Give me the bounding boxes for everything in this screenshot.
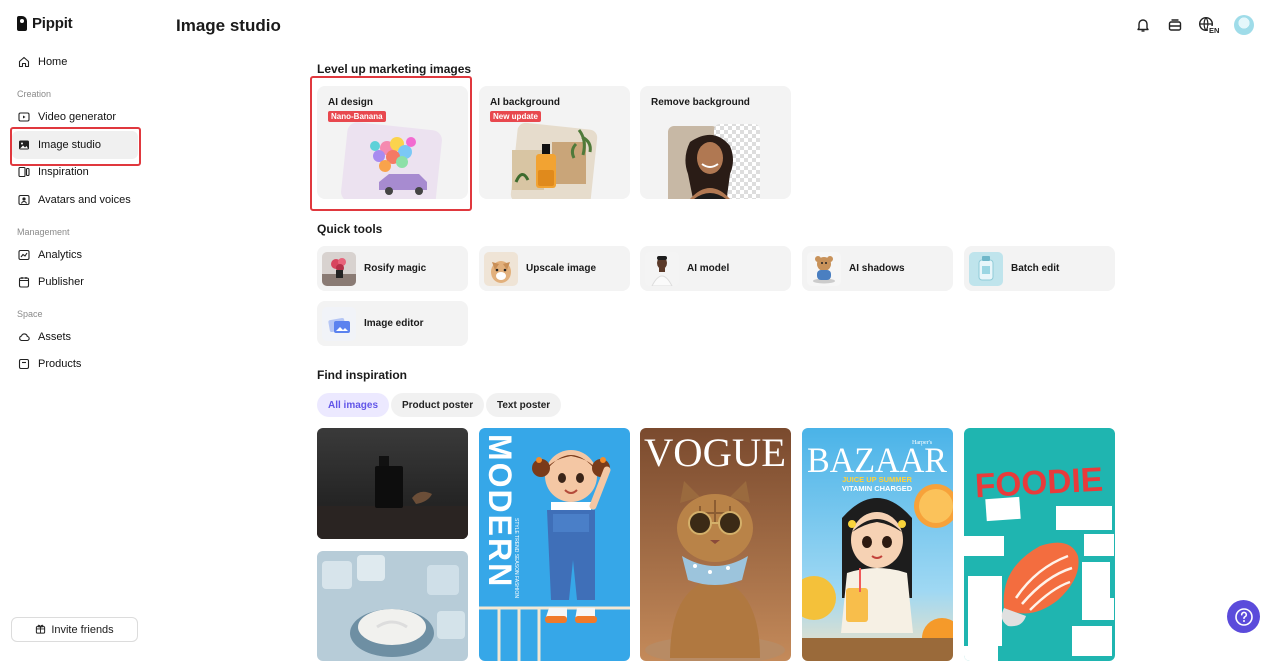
question-icon (1234, 607, 1253, 626)
sidebar-item-publisher[interactable]: Publisher (12, 268, 138, 296)
home-icon (18, 56, 30, 68)
sidebar-item-avatars-voices[interactable]: Avatars and voices (12, 186, 138, 214)
tool-upscale-image[interactable]: Upscale image (479, 246, 630, 291)
tool-image-editor[interactable]: Image editor (317, 301, 468, 346)
tool-ai-shadows[interactable]: AI shadows (802, 246, 953, 291)
ai-design-card[interactable]: AI design Nano-Banana (317, 86, 468, 199)
sidebar-item-assets[interactable]: Assets (12, 323, 138, 351)
sidebar-item-label: Products (38, 358, 82, 370)
inspiration-poster-modern[interactable]: MODERN STYLE TREND SEASON FASHION (479, 428, 630, 661)
user-avatar[interactable] (1234, 15, 1254, 35)
sidebar-item-video-generator[interactable]: Video generator (12, 103, 138, 131)
sidebar: Pippit Home Creation Video generator Ima… (0, 0, 150, 661)
tool-label: Image editor (364, 318, 424, 329)
calendar-icon (18, 276, 30, 288)
ai-background-card[interactable]: AI background New update (479, 86, 630, 199)
image-editor-thumbnail (322, 306, 356, 341)
section-label-space: Space (17, 309, 43, 319)
sidebar-item-image-studio[interactable]: Image studio (12, 131, 138, 159)
poster-text-bazaar-line2: VITAMIN CHARGED (842, 484, 913, 493)
app-logo[interactable]: Pippit (17, 15, 73, 32)
poster-text-bazaar-line1: JUICE UP SUMMER (842, 475, 912, 484)
tool-ai-model[interactable]: AI model (640, 246, 791, 291)
card-badge: New update (490, 111, 541, 122)
inspiration-poster-vogue[interactable]: VOGUE (640, 428, 791, 661)
section-label-creation: Creation (17, 89, 52, 99)
remove-background-card[interactable]: Remove background (640, 86, 791, 199)
poster-text-foodie: FOODIE (974, 461, 1104, 506)
inspiration-poster-bazaar[interactable]: Harper's BAZAAR JUICE UP SUMMER VITAMIN … (802, 428, 953, 661)
sidebar-item-label: Publisher (38, 276, 84, 288)
page-title: Image studio (176, 16, 281, 35)
poster-text-bazaar: BAZAAR (807, 440, 947, 480)
sidebar-item-label: Assets (38, 331, 72, 343)
filter-product-poster[interactable]: Product poster (391, 393, 485, 417)
video-generator-icon (18, 111, 30, 123)
tool-label: Batch edit (1011, 263, 1060, 274)
sidebar-item-label: Video generator (38, 111, 117, 123)
filter-text-poster[interactable]: Text poster (486, 393, 562, 417)
upscale-thumbnail (484, 251, 518, 286)
inspiration-image-ice-cream-jar[interactable] (317, 551, 468, 661)
tool-rosify-magic[interactable]: Rosify magic (317, 246, 468, 291)
sidebar-item-label: Inspiration (38, 166, 89, 178)
invite-label: Invite friends (51, 623, 114, 636)
inspiration-icon (18, 166, 30, 178)
quick-tools-title: Quick tools (317, 222, 383, 236)
ai-shadows-thumbnail (807, 251, 841, 286)
filter-all-images[interactable]: All images (317, 393, 390, 417)
image-studio-icon (18, 139, 30, 151)
credits-icon[interactable] (1166, 16, 1184, 34)
avatar-voice-icon (18, 194, 30, 206)
section-label-management: Management (17, 227, 70, 237)
app-name: Pippit (32, 15, 73, 32)
inspiration-image-perfume[interactable] (317, 428, 468, 539)
tool-label: AI shadows (849, 263, 905, 274)
poster-text-modern: MODERN (482, 434, 518, 588)
tool-label: AI model (687, 263, 730, 274)
card-title: AI background (490, 97, 561, 108)
tool-batch-edit[interactable]: Batch edit (964, 246, 1115, 291)
sidebar-item-label: Home (38, 56, 68, 68)
card-badge: Nano-Banana (328, 111, 386, 122)
batch-edit-thumbnail (969, 251, 1003, 286)
inspiration-poster-foodie[interactable]: FOODIE (964, 428, 1115, 661)
ai-model-thumbnail (645, 251, 679, 286)
analytics-icon (18, 249, 30, 261)
gift-icon (35, 623, 46, 637)
card-title: AI design (328, 97, 374, 108)
language-code: EN (1209, 26, 1219, 34)
sidebar-item-products[interactable]: Products (12, 350, 138, 378)
tool-label: Upscale image (526, 263, 597, 274)
sidebar-item-label: Image studio (38, 139, 101, 151)
poster-text-vogue: VOGUE (644, 430, 786, 475)
poster-text-modern-side: STYLE TREND SEASON FASHION (513, 518, 519, 598)
bell-icon[interactable] (1134, 16, 1152, 34)
language-globe-icon[interactable]: EN (1198, 16, 1220, 34)
card-title: Remove background (651, 97, 750, 108)
ai-design-preview-image (341, 122, 442, 199)
product-box-icon (18, 358, 30, 370)
header-actions: EN (1134, 15, 1254, 35)
find-inspiration-title: Find inspiration (317, 368, 407, 382)
marketing-section-title: Level up marketing images (317, 62, 472, 76)
invite-friends-button[interactable]: Invite friends (11, 617, 138, 642)
tool-label: Rosify magic (364, 263, 427, 274)
sidebar-item-label: Analytics (38, 249, 83, 261)
sidebar-item-home[interactable]: Home (12, 48, 138, 76)
help-button[interactable] (1227, 600, 1260, 633)
sidebar-item-inspiration[interactable]: Inspiration (12, 158, 138, 186)
cloud-icon (18, 331, 30, 343)
app-root: Pippit Home Creation Video generator Ima… (0, 0, 1280, 661)
ai-background-preview-image (510, 122, 598, 199)
sidebar-item-label: Avatars and voices (38, 194, 131, 206)
remove-background-preview-image (668, 124, 760, 199)
pippit-logo-icon (17, 16, 27, 31)
rosify-thumbnail (322, 251, 356, 286)
sidebar-item-analytics[interactable]: Analytics (12, 241, 138, 269)
